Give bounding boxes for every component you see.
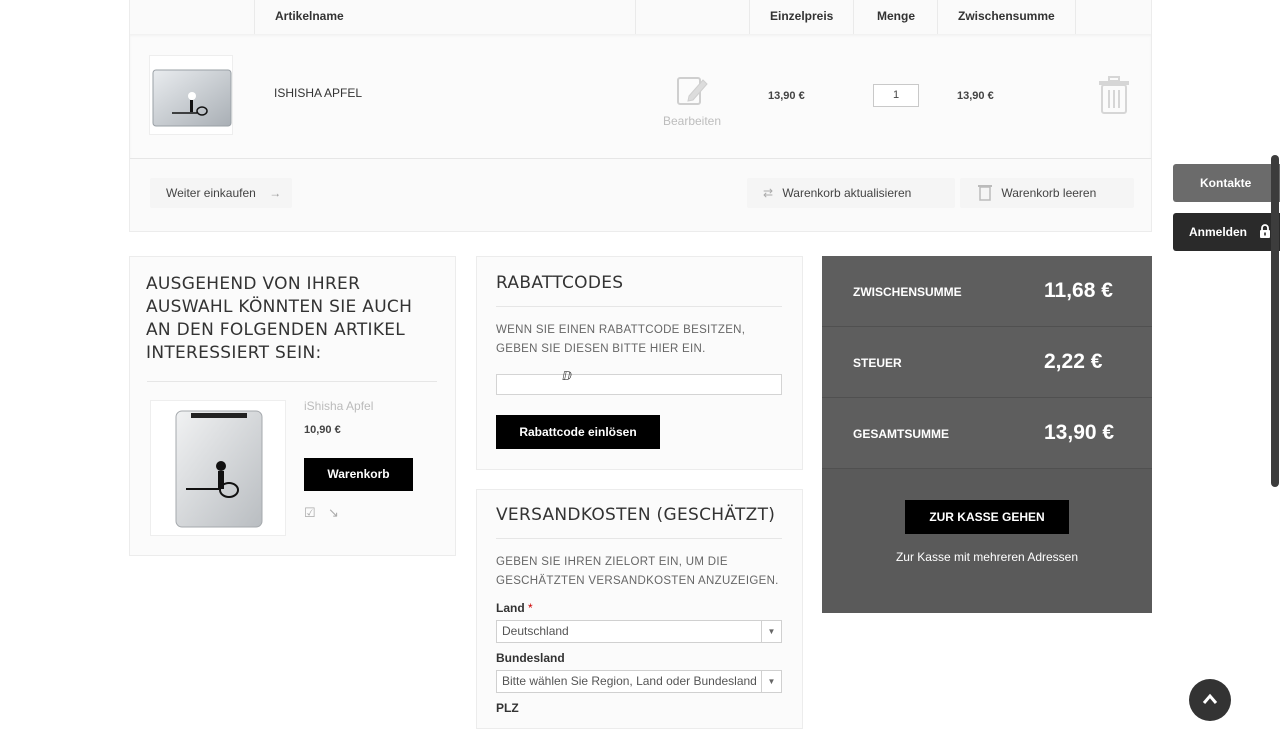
tax-value: 2,22 € (1044, 350, 1103, 373)
required-mark: * (528, 601, 533, 615)
text-cursor-icon: ⅅ (562, 369, 572, 383)
scroll-to-top-button[interactable] (1189, 679, 1231, 721)
country-label: Land * (496, 601, 533, 615)
crosssell-product-price: 10,90 € (304, 424, 341, 436)
coupon-title: RABATTCODES (496, 273, 624, 293)
coupon-panel: RABATTCODES WENN SIE EINEN RABATTCODE BE… (476, 256, 803, 470)
chevron-down-icon: ▼ (761, 671, 781, 692)
continue-shopping-button[interactable]: Weiter einkaufen → (150, 178, 292, 208)
tax-label: STEUER (853, 356, 902, 370)
shipping-description: GEBEN SIE IHREN ZIELORT EIN, UM DIE GESC… (496, 556, 779, 587)
column-header-name: Artikelname (275, 9, 344, 23)
chevron-up-icon (1202, 693, 1218, 704)
region-select[interactable]: Bitte wählen Sie Region, Land oder Bunde… (496, 670, 782, 693)
laptop-sticker-image (152, 69, 232, 127)
edit-item-button[interactable]: Bearbeiten (635, 34, 749, 158)
country-select[interactable]: Deutschland ▼ (496, 620, 782, 643)
divider (496, 538, 782, 539)
login-tab[interactable]: Anmelden (1173, 213, 1280, 251)
subtotal-value: 11,68 € (1044, 279, 1113, 302)
subtotal-label: ZWISCHENSUMME (853, 285, 962, 299)
row-subtotal: 13,90 € (957, 90, 994, 102)
region-label: Bundesland (496, 651, 565, 665)
subtotal-row: ZWISCHENSUMME 11,68 € (822, 256, 1152, 327)
crosssell-title: AUSGEHEND VON IHRER AUSWAHL KÖNNTEN SIE … (146, 274, 413, 363)
zip-label: PLZ (496, 701, 519, 715)
wishlist-icon[interactable]: ☑ (304, 505, 316, 521)
crosssell-panel: AUSGEHEND VON IHRER AUSWAHL KÖNNTEN SIE … (129, 256, 456, 556)
clear-cart-label: Warenkorb leeren (1001, 186, 1097, 200)
edit-icon (677, 77, 708, 105)
region-select-value: Bitte wählen Sie Region, Land oder Bunde… (502, 674, 757, 688)
country-label-text: Land (496, 601, 525, 615)
column-header-quantity: Menge (877, 9, 916, 23)
update-cart-label: Warenkorb aktualisieren (782, 186, 912, 200)
trash-icon (978, 185, 992, 201)
crosssell-product-name[interactable]: iShisha Apfel (304, 399, 373, 413)
login-label: Anmelden (1189, 225, 1248, 239)
shipping-title: VERSANDKOSTEN (GESCHÄTZT) (496, 505, 776, 525)
grand-total-label: GESAMTSUMME (853, 427, 949, 441)
divider (496, 306, 782, 307)
scrollbar-thumb[interactable] (1271, 155, 1279, 487)
apply-coupon-button[interactable]: Rabattcode einlösen (496, 415, 660, 449)
column-header-unit-price: Einzelpreis (770, 9, 834, 23)
continue-shopping-label: Weiter einkaufen (166, 186, 256, 200)
totals-panel: ZWISCHENSUMME 11,68 € STEUER 2,22 € GESA… (822, 256, 1152, 613)
cart-table: Artikelname Einzelpreis Menge Zwischensu… (129, 0, 1152, 232)
country-select-value: Deutschland (502, 624, 569, 638)
arrow-right-icon: → (269, 186, 282, 200)
ipad-sticker-image (175, 410, 263, 528)
product-name[interactable]: ISHISHA APFEL (274, 86, 362, 100)
column-header-subtotal: Zwischensumme (958, 9, 1055, 23)
refresh-icon: ⇄ (763, 186, 774, 200)
quantity-input[interactable]: 1 (873, 84, 919, 107)
checkout-button[interactable]: ZUR KASSE GEHEN (905, 500, 1069, 534)
product-thumbnail[interactable] (149, 55, 233, 135)
add-to-cart-button[interactable]: Warenkorb (304, 458, 413, 491)
compare-icon[interactable]: ↘ (328, 505, 339, 521)
grand-total-row: GESAMTSUMME 13,90 € (822, 398, 1152, 469)
contacts-tab[interactable]: Kontakte (1173, 164, 1280, 202)
lock-icon (1260, 224, 1270, 238)
update-cart-button[interactable]: ⇄ Warenkorb aktualisieren (747, 178, 955, 208)
edit-label: Bearbeiten (662, 114, 722, 128)
chevron-down-icon: ▼ (761, 621, 781, 642)
table-row: ISHISHA APFEL Bearbeiten 13,90 € 1 13,90… (130, 34, 1151, 158)
grand-total-value: 13,90 € (1044, 421, 1115, 444)
coupon-code-input[interactable] (496, 374, 782, 395)
divider (130, 158, 1151, 159)
coupon-description: WENN SIE EINEN RABATTCODE BESITZEN, GEBE… (496, 324, 746, 355)
trash-icon[interactable] (1098, 76, 1130, 114)
unit-price: 13,90 € (768, 90, 805, 102)
divider (147, 381, 437, 382)
crosssell-product-image[interactable] (150, 400, 286, 536)
tax-row: STEUER 2,22 € (822, 327, 1152, 398)
clear-cart-button[interactable]: Warenkorb leeren (960, 178, 1134, 208)
multi-address-checkout-link[interactable]: Zur Kasse mit mehreren Adressen (822, 550, 1152, 564)
